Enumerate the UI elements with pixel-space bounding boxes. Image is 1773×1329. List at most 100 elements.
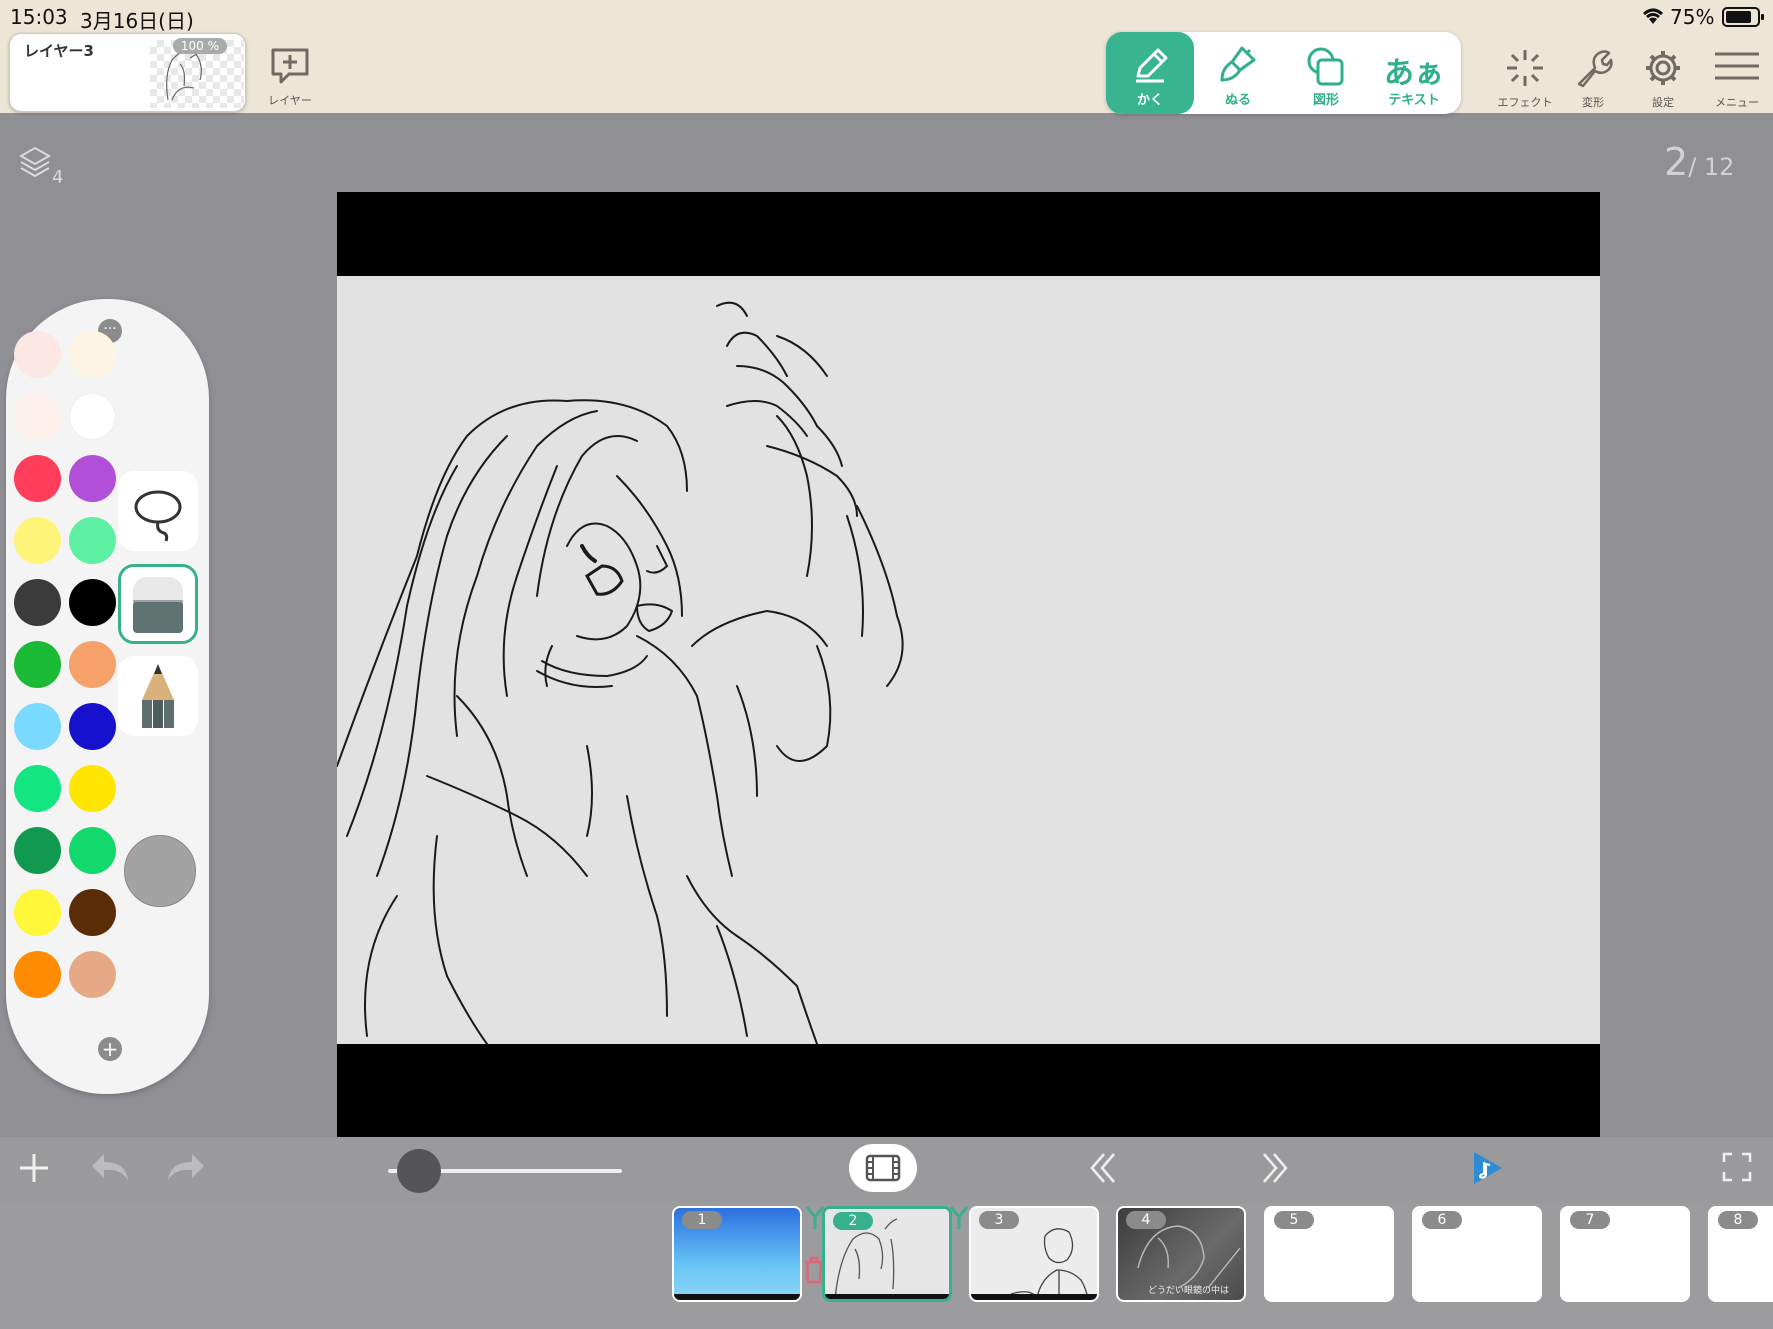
play-icon xyxy=(1474,1152,1502,1184)
prev-frame-button[interactable] xyxy=(1084,1150,1120,1190)
wifi-icon xyxy=(1640,6,1666,30)
frame-number: 1 xyxy=(682,1211,722,1229)
frame-number: 2 xyxy=(833,1212,873,1230)
layers-toggle[interactable]: 4 xyxy=(18,145,63,188)
frame-number: 7 xyxy=(1570,1211,1610,1229)
layer-name: レイヤー3 xyxy=(24,42,94,60)
frame-number: 3 xyxy=(979,1211,1019,1229)
tool-fill-label: ぬる xyxy=(1224,93,1251,108)
frame-marker-right[interactable] xyxy=(949,1205,969,1235)
brush-icon xyxy=(1220,46,1256,82)
battery-icon xyxy=(1722,6,1766,32)
add-layer-label: レイヤー xyxy=(268,94,312,107)
transform-label: 変形 xyxy=(1582,96,1604,109)
settings-button[interactable]: 設定 xyxy=(1638,48,1688,110)
sketch-drawing xyxy=(337,301,904,1044)
text-glyph-icon: あぁ xyxy=(1384,56,1444,91)
tool-text[interactable]: あぁ テキスト xyxy=(1370,32,1458,114)
current-color-swatch[interactable] xyxy=(124,835,196,907)
fullscreen-icon xyxy=(1722,1152,1752,1182)
gear-icon xyxy=(1646,51,1680,85)
lasso-icon xyxy=(134,490,182,542)
color-swatch[interactable] xyxy=(14,393,61,440)
menu-button[interactable]: メニュー xyxy=(1709,48,1765,110)
battery-percent: 75% xyxy=(1670,5,1715,29)
status-date: 3月16日(日) xyxy=(80,9,194,33)
frame-thumb-3[interactable]: 3 xyxy=(969,1206,1099,1302)
menu-label: メニュー xyxy=(1715,96,1759,109)
hamburger-icon xyxy=(1715,52,1759,80)
frame-number: 5 xyxy=(1274,1211,1314,1229)
frame-thumb-1[interactable]: 1 xyxy=(672,1206,802,1302)
color-swatch[interactable] xyxy=(14,331,61,378)
double-chevron-right-icon xyxy=(1263,1153,1288,1183)
frame-thumb-7[interactable]: 7 xyxy=(1560,1206,1690,1302)
color-swatch[interactable] xyxy=(14,517,61,564)
frame-number: 6 xyxy=(1422,1211,1462,1229)
color-swatch[interactable] xyxy=(69,331,116,378)
double-chevron-left-icon xyxy=(1090,1153,1115,1183)
frame-thumb-2[interactable]: 2 xyxy=(822,1206,952,1302)
tool-draw[interactable]: かく xyxy=(1106,32,1194,114)
eraser-icon xyxy=(133,577,183,633)
color-swatch[interactable] xyxy=(14,765,61,812)
add-layer-icon xyxy=(271,48,309,84)
frame-thumb-4[interactable]: どうだい眼鏡の中は 4 xyxy=(1116,1206,1246,1302)
color-palette: ··· + xyxy=(6,299,209,1094)
color-swatch[interactable] xyxy=(69,517,116,564)
frame-thumb-8[interactable]: 8 xyxy=(1708,1206,1773,1302)
color-swatch[interactable] xyxy=(69,827,116,874)
effect-label: エフェクト xyxy=(1497,96,1553,109)
tool-group: かく ぬる 図形 あぁ テキスト xyxy=(1106,32,1461,114)
pencil-icon xyxy=(1136,48,1168,83)
onion-marker-icon xyxy=(949,1206,969,1229)
color-swatch[interactable] xyxy=(14,951,61,998)
pencil-tool-button[interactable] xyxy=(118,656,198,736)
color-swatch[interactable] xyxy=(69,889,116,936)
color-swatch[interactable] xyxy=(69,641,116,688)
shape-icon xyxy=(1307,47,1344,86)
color-swatch[interactable] xyxy=(69,765,116,812)
color-swatch[interactable] xyxy=(69,393,116,440)
color-swatch[interactable] xyxy=(14,703,61,750)
add-color-button[interactable]: + xyxy=(98,1037,122,1061)
color-swatch[interactable] xyxy=(69,455,116,502)
colored-pencil-icon xyxy=(142,664,174,728)
undo-button[interactable] xyxy=(88,1148,132,1192)
lasso-tool-button[interactable] xyxy=(118,471,198,551)
tool-shape[interactable]: 図形 xyxy=(1282,32,1370,114)
play-button[interactable] xyxy=(1470,1148,1506,1192)
layers-icon xyxy=(18,146,52,178)
add-frame-button[interactable] xyxy=(16,1150,52,1190)
color-swatch[interactable] xyxy=(14,889,61,936)
settings-label: 設定 xyxy=(1652,96,1674,109)
frame-thumb-6[interactable]: 6 xyxy=(1412,1206,1542,1302)
transform-button[interactable]: 変形 xyxy=(1568,48,1618,110)
status-time: 15:03 xyxy=(10,5,68,29)
tool-fill[interactable]: ぬる xyxy=(1194,32,1282,114)
undo-icon xyxy=(92,1154,128,1180)
color-swatch[interactable] xyxy=(69,951,116,998)
redo-button[interactable] xyxy=(164,1148,208,1192)
drawing-canvas[interactable] xyxy=(337,192,1600,1137)
color-swatch[interactable] xyxy=(14,579,61,626)
filmstrip-button[interactable] xyxy=(849,1144,917,1192)
color-swatch[interactable] xyxy=(14,455,61,502)
color-swatch[interactable] xyxy=(69,579,116,626)
color-swatch[interactable] xyxy=(14,641,61,688)
fullscreen-button[interactable] xyxy=(1720,1150,1754,1188)
frame-thumb-5[interactable]: 5 xyxy=(1264,1206,1394,1302)
sparkle-icon xyxy=(1507,50,1543,86)
current-layer-card[interactable]: レイヤー3 100 % xyxy=(9,33,246,112)
color-swatch[interactable] xyxy=(69,703,116,750)
film-icon xyxy=(865,1154,901,1182)
layer-opacity: 100 % xyxy=(172,38,227,54)
onion-slider-knob[interactable] xyxy=(397,1149,442,1193)
next-frame-button[interactable] xyxy=(1258,1150,1294,1190)
eraser-tool-button[interactable] xyxy=(118,564,198,644)
add-layer-button[interactable]: レイヤー xyxy=(265,46,315,108)
frame-4-caption: どうだい眼鏡の中は xyxy=(1148,1286,1230,1296)
color-swatch[interactable] xyxy=(14,827,61,874)
frame-number: 8 xyxy=(1718,1211,1758,1229)
effect-button[interactable]: エフェクト xyxy=(1497,48,1553,110)
